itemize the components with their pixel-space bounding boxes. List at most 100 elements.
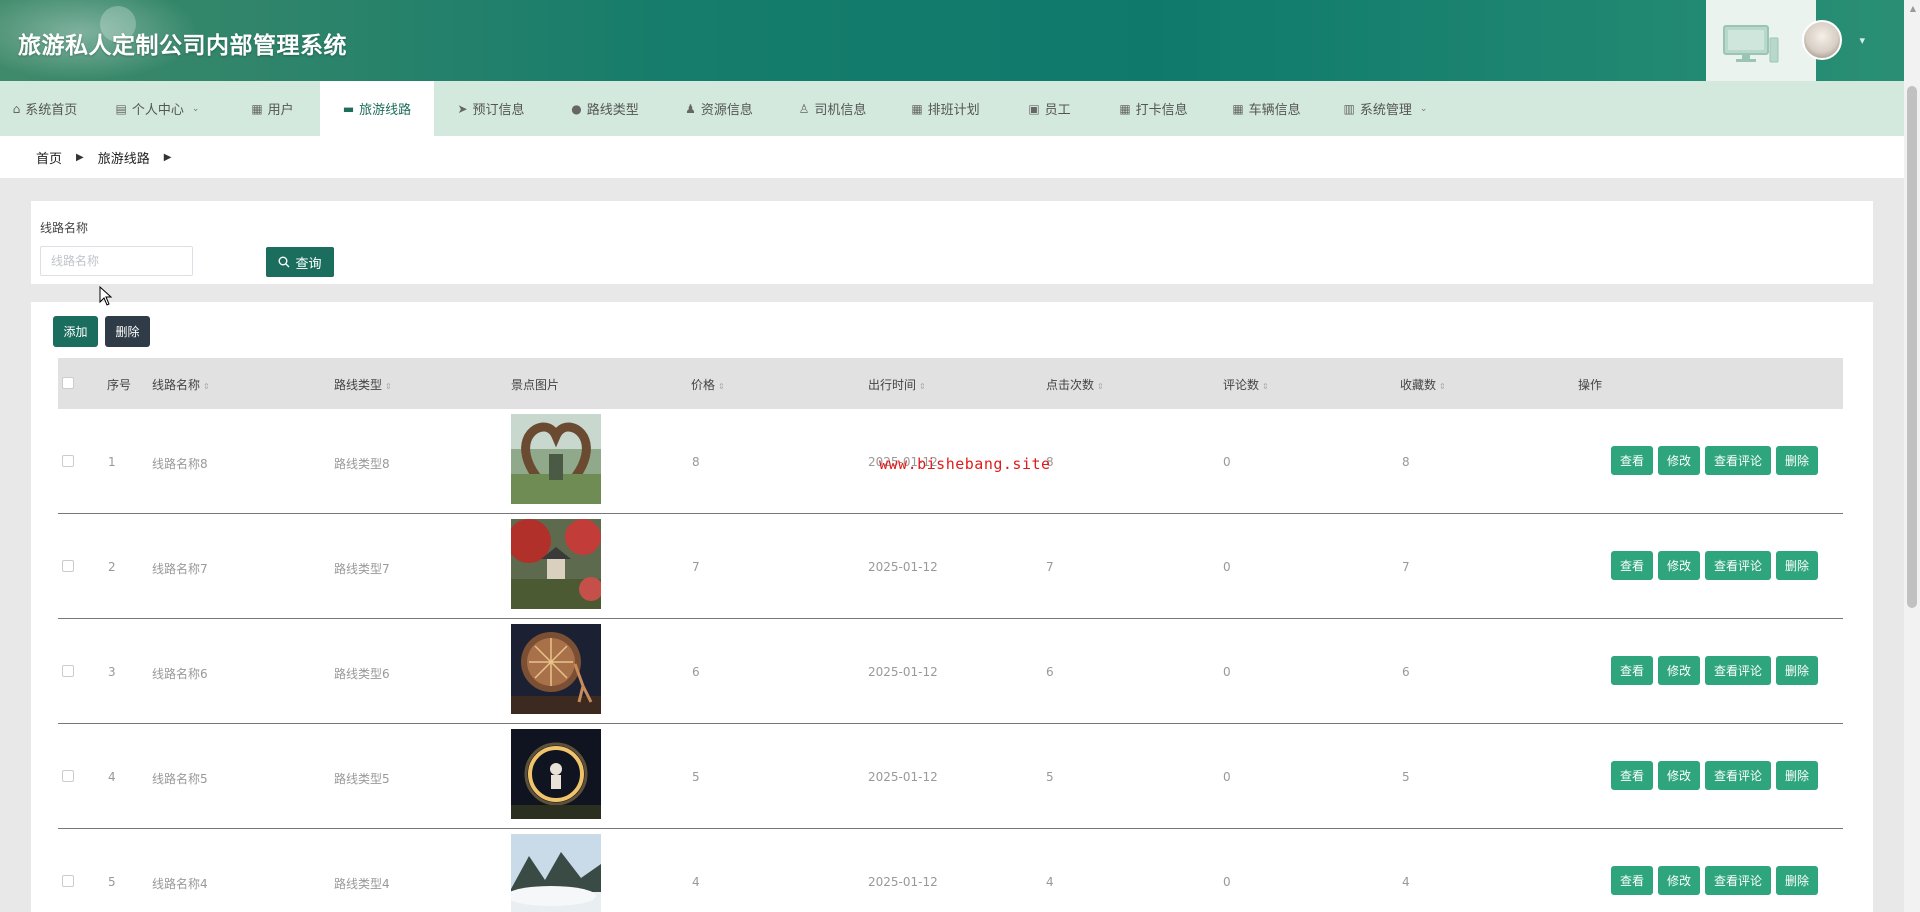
scenic-image[interactable] [511, 624, 601, 714]
header-date[interactable]: 出行时间 ⇕ [868, 376, 926, 393]
nav-item-7[interactable]: ♙ 司机信息 [776, 81, 889, 136]
edit-button[interactable]: 修改 [1658, 446, 1701, 475]
header-name[interactable]: 线路名称 ⇕ [152, 376, 210, 393]
header-clicks[interactable]: 点击次数 ⇕ [1046, 376, 1104, 393]
nav-item-10[interactable]: ▦ 打卡信息 [1097, 81, 1210, 136]
user-icon: ♟ [685, 101, 696, 116]
cell-favorites: 7 [1402, 560, 1410, 574]
select-all-checkbox[interactable] [62, 377, 74, 389]
sort-icon: ⇕ [1097, 382, 1104, 391]
row-checkbox[interactable] [62, 560, 74, 572]
briefcase-icon: ▬ [342, 101, 355, 116]
search-icon [278, 256, 290, 268]
nav-item-label: 系统管理 [1359, 103, 1412, 118]
sort-icon: ⇕ [1262, 382, 1269, 391]
scenic-image[interactable] [511, 729, 601, 819]
row-actions: 查看 修改 查看评论 删除 [1611, 656, 1819, 685]
cell-name: 线路名称7 [152, 562, 208, 576]
scroll-thumb[interactable] [1907, 86, 1917, 608]
header-comments[interactable]: 评论数 ⇕ [1223, 376, 1269, 393]
cell-name: 线路名称5 [152, 772, 208, 786]
nav-item-12[interactable]: ▥ 系统管理 ⌄ [1323, 81, 1448, 136]
nav-item-4[interactable]: ➤ 预订信息 [434, 81, 548, 136]
delete-button[interactable]: 删除 [1776, 866, 1819, 895]
query-button[interactable]: 查询 [266, 247, 334, 277]
nav-item-3[interactable]: ▬ 旅游线路 [320, 81, 434, 136]
nav-item-6[interactable]: ♟ 资源信息 [662, 81, 776, 136]
edit-button[interactable]: 修改 [1658, 656, 1701, 685]
view-button[interactable]: 查看 [1611, 866, 1654, 895]
cell-price: 6 [692, 665, 700, 679]
breadcrumb: 首页 ▶ 旅游线路 ▶ [0, 136, 1904, 178]
add-button[interactable]: 添加 [53, 316, 98, 347]
cell-clicks: 6 [1046, 665, 1054, 679]
chevron-down-icon: ⌄ [1419, 103, 1428, 114]
cell-comments: 0 [1223, 560, 1231, 574]
search-label: 线路名称 [40, 221, 89, 235]
cell-clicks: 7 [1046, 560, 1054, 574]
row-checkbox[interactable] [62, 875, 74, 887]
view-button[interactable]: 查看 [1611, 551, 1654, 580]
nav-item-2[interactable]: ▦ 用户 [225, 81, 320, 136]
cell-comments: 0 [1223, 770, 1231, 784]
mouse-cursor-icon [99, 286, 113, 306]
row-actions: 查看 修改 查看评论 删除 [1611, 551, 1819, 580]
edit-button[interactable]: 修改 [1658, 866, 1701, 895]
scenic-image[interactable] [511, 414, 601, 504]
header-favorites[interactable]: 收藏数 ⇕ [1400, 376, 1446, 393]
breadcrumb-home[interactable]: 首页 [36, 148, 62, 167]
watermark: www.bishebang.site [879, 455, 1051, 473]
page-scrollbar[interactable]: ▲ [1904, 0, 1920, 912]
send-icon: ➤ [457, 101, 468, 116]
nav-item-label: 用户 [267, 103, 294, 118]
sort-icon: ⇕ [203, 382, 210, 391]
scenic-image[interactable] [511, 834, 601, 912]
view-button[interactable]: 查看 [1611, 656, 1654, 685]
edit-button[interactable]: 修改 [1658, 761, 1701, 790]
view-button[interactable]: 查看 [1611, 446, 1654, 475]
batch-delete-button[interactable]: 删除 [105, 316, 150, 347]
user-avatar[interactable] [1802, 20, 1842, 60]
header-price[interactable]: 价格 ⇕ [691, 376, 725, 393]
nav-item-label: 打卡信息 [1135, 103, 1188, 118]
delete-button[interactable]: 删除 [1776, 446, 1819, 475]
view-comments-button[interactable]: 查看评论 [1705, 446, 1772, 475]
view-comments-button[interactable]: 查看评论 [1705, 761, 1772, 790]
nav-item-1[interactable]: ▤ 个人中心 ⌄ [90, 81, 225, 136]
row-checkbox[interactable] [62, 455, 74, 467]
cell-type: 路线类型5 [334, 772, 390, 786]
chevron-down-icon[interactable]: ▾ [1859, 34, 1865, 47]
route-name-input[interactable] [40, 246, 193, 276]
view-button[interactable]: 查看 [1611, 761, 1654, 790]
sort-icon: ⇕ [718, 382, 725, 391]
monitor-icon [1723, 25, 1779, 63]
nav-item-11[interactable]: ▦ 车辆信息 [1210, 81, 1323, 136]
view-comments-button[interactable]: 查看评论 [1705, 551, 1772, 580]
row-checkbox[interactable] [62, 665, 74, 677]
view-comments-button[interactable]: 查看评论 [1705, 866, 1772, 895]
cell-index: 4 [108, 770, 116, 784]
nav-item-label: 资源信息 [700, 103, 753, 118]
row-actions: 查看 修改 查看评论 删除 [1611, 761, 1819, 790]
nav-item-9[interactable]: ▣ 员工 [1002, 81, 1097, 136]
table-panel: 添加 删除 序号 线路名称 ⇕ 路线类型 ⇕ 景点图片 价格 ⇕ 出行时间 ⇕ 点击次数… [31, 302, 1873, 912]
row-checkbox[interactable] [62, 770, 74, 782]
nav-item-0[interactable]: ⌂ 系统首页 [0, 81, 90, 136]
cell-date: 2025-01-12 [868, 560, 938, 574]
scroll-up-icon[interactable]: ▲ [1910, 4, 1916, 13]
nav-item-8[interactable]: ▦ 排班计划 [889, 81, 1002, 136]
view-comments-button[interactable]: 查看评论 [1705, 656, 1772, 685]
edit-button[interactable]: 修改 [1658, 551, 1701, 580]
cell-price: 7 [692, 560, 700, 574]
nav-item-5[interactable]: ● 路线类型 [548, 81, 662, 136]
clipboard-icon: ▣ [1028, 101, 1040, 116]
scenic-image[interactable] [511, 519, 601, 609]
location-icon: ● [571, 101, 582, 116]
cell-type: 路线类型6 [334, 667, 390, 681]
search-panel: 线路名称 查询 [31, 201, 1873, 284]
delete-button[interactable]: 删除 [1776, 761, 1819, 790]
grid-icon: ▦ [251, 101, 263, 116]
delete-button[interactable]: 删除 [1776, 656, 1819, 685]
delete-button[interactable]: 删除 [1776, 551, 1819, 580]
header-type[interactable]: 路线类型 ⇕ [334, 376, 392, 393]
